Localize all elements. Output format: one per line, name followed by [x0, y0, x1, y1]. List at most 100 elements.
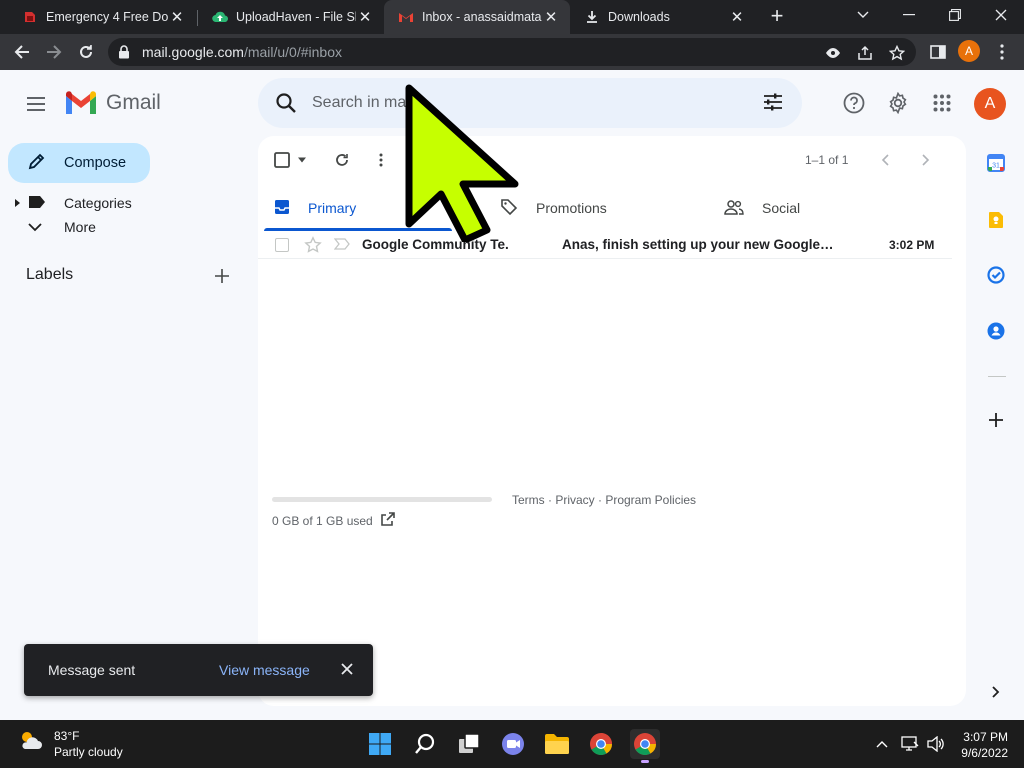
active-app-indicator	[641, 760, 649, 763]
help-icon[interactable]	[842, 91, 866, 115]
dismiss-toast-icon[interactable]	[338, 660, 356, 678]
show-hidden-icons-icon[interactable]	[872, 734, 892, 754]
message-time: 3:02 PM	[889, 238, 935, 252]
file-explorer-icon[interactable]	[542, 729, 572, 759]
weather-temp: 83°F	[54, 729, 80, 743]
tab-primary[interactable]: Primary	[274, 186, 356, 230]
people-icon	[724, 199, 744, 218]
more-actions-icon[interactable]	[379, 152, 383, 168]
tab-social[interactable]: Social	[724, 186, 800, 230]
volume-icon[interactable]	[926, 734, 946, 754]
message-row[interactable]: Google Community Te. Anas, finish settin…	[258, 232, 952, 259]
browser-tab-downloads[interactable]: Downloads ✕	[570, 0, 756, 34]
tab-search-icon[interactable]	[840, 0, 886, 30]
message-sent-toast: Message sent View message	[24, 644, 373, 696]
bookmark-star-icon[interactable]	[888, 44, 906, 62]
expand-arrow-icon[interactable]	[12, 195, 22, 211]
close-tab-icon[interactable]: ✕	[168, 8, 186, 26]
pencil-icon	[28, 152, 46, 174]
more-vert-icon[interactable]	[990, 40, 1014, 64]
inbox-category-tabs: Primary Promotions Social	[258, 186, 966, 232]
partly-cloudy-icon	[18, 728, 44, 760]
compose-button[interactable]: Compose	[8, 143, 150, 183]
search-bar[interactable]	[258, 78, 802, 128]
message-checkbox[interactable]	[275, 238, 289, 252]
browser-tab-uploadhaven[interactable]: UploadHaven - File Sha ✕	[198, 0, 384, 34]
refresh-icon[interactable]	[334, 152, 350, 168]
tab-title: Emergency 4 Free Dow	[46, 10, 168, 24]
cloud-upload-icon	[212, 9, 228, 25]
share-icon[interactable]	[856, 44, 874, 62]
main-menu-icon[interactable]	[24, 92, 48, 116]
calendar-icon[interactable]: 31	[986, 153, 1006, 173]
forward-arrow-icon[interactable]	[42, 40, 66, 64]
tab-title: UploadHaven - File Sha	[236, 10, 356, 24]
tasks-icon[interactable]	[986, 265, 1006, 285]
new-tab-button[interactable]: +	[766, 5, 788, 27]
taskbar-search-icon[interactable]	[410, 729, 440, 759]
get-addons-plus-icon[interactable]	[986, 410, 1006, 430]
weather-widget[interactable]: 83°F Partly cloudy	[18, 728, 123, 760]
reload-icon[interactable]	[74, 40, 98, 64]
chrome-active-icon[interactable]	[630, 729, 660, 763]
add-label-icon[interactable]	[212, 266, 232, 286]
close-window-button[interactable]	[978, 0, 1024, 30]
storage-meter	[272, 497, 492, 502]
clock-time: 3:07 PM	[963, 730, 1008, 744]
search-options-icon[interactable]	[762, 91, 784, 118]
eye-icon[interactable]	[824, 44, 842, 62]
search-input[interactable]	[312, 91, 732, 115]
url-host: mail.google.com	[142, 44, 244, 60]
view-message-link[interactable]: View message	[219, 662, 310, 678]
nav-item-categories[interactable]: Categories	[12, 192, 132, 214]
task-view-icon[interactable]	[454, 729, 484, 759]
teams-chat-icon[interactable]	[498, 729, 528, 759]
gmail-logo[interactable]: Gmail	[64, 90, 161, 116]
close-tab-icon[interactable]: ✕	[356, 8, 374, 26]
url-path: /mail/u/0/#inbox	[243, 44, 342, 60]
select-dropdown-icon[interactable]	[297, 152, 307, 168]
mouse-cursor-icon	[405, 84, 519, 242]
lock-icon[interactable]	[118, 45, 130, 64]
search-icon[interactable]	[274, 91, 298, 120]
browser-tab-emergency[interactable]: Emergency 4 Free Dow ✕	[8, 0, 196, 34]
toast-message: Message sent	[48, 662, 136, 678]
close-tab-icon[interactable]: ✕	[542, 8, 560, 26]
settings-gear-icon[interactable]	[886, 91, 910, 115]
browser-toolbar: mail.google.com/mail/u/0/#inbox A	[0, 34, 1024, 70]
download-icon	[584, 9, 600, 25]
label-tag-icon	[28, 195, 46, 212]
browser-tab-inbox[interactable]: Inbox - anassaidmatar ✕	[384, 0, 570, 34]
minimize-button[interactable]	[886, 0, 932, 30]
side-panel-divider	[988, 376, 1006, 377]
clock-date: 9/6/2022	[961, 746, 1008, 760]
close-tab-icon[interactable]: ✕	[728, 8, 746, 26]
nav-item-more[interactable]: More	[12, 216, 96, 238]
nav-item-label: Categories	[64, 195, 132, 211]
address-bar[interactable]: mail.google.com/mail/u/0/#inbox	[108, 38, 916, 66]
restore-button[interactable]	[932, 0, 978, 30]
system-clock[interactable]: 3:07 PM 9/6/2022	[956, 729, 1008, 761]
chrome-icon[interactable]	[586, 729, 616, 759]
contacts-icon[interactable]	[986, 321, 1006, 341]
network-icon[interactable]	[900, 734, 920, 754]
url-text: mail.google.com/mail/u/0/#inbox	[142, 44, 342, 60]
next-page-icon[interactable]	[922, 152, 930, 168]
keep-icon[interactable]	[986, 210, 1006, 230]
open-in-new-icon[interactable]	[380, 511, 396, 532]
star-icon[interactable]	[304, 236, 322, 257]
apps-grid-icon[interactable]	[930, 91, 954, 115]
footer-links[interactable]: Terms · Privacy · Program Policies	[512, 493, 696, 507]
tab-label: Social	[762, 200, 801, 216]
nav-item-label: More	[64, 219, 96, 235]
account-avatar[interactable]: A	[974, 88, 1006, 120]
storage-usage-text: 0 GB of 1 GB used	[272, 514, 373, 528]
previous-page-icon[interactable]	[881, 152, 889, 168]
expand-side-panel-icon[interactable]	[986, 682, 1006, 702]
select-all-checkbox[interactable]	[274, 152, 290, 168]
importance-marker-icon[interactable]	[333, 238, 350, 253]
windows-start-icon[interactable]	[365, 729, 395, 759]
back-arrow-icon[interactable]	[10, 40, 34, 64]
side-panel-icon[interactable]	[926, 40, 950, 64]
browser-profile-avatar[interactable]: A	[958, 40, 980, 62]
